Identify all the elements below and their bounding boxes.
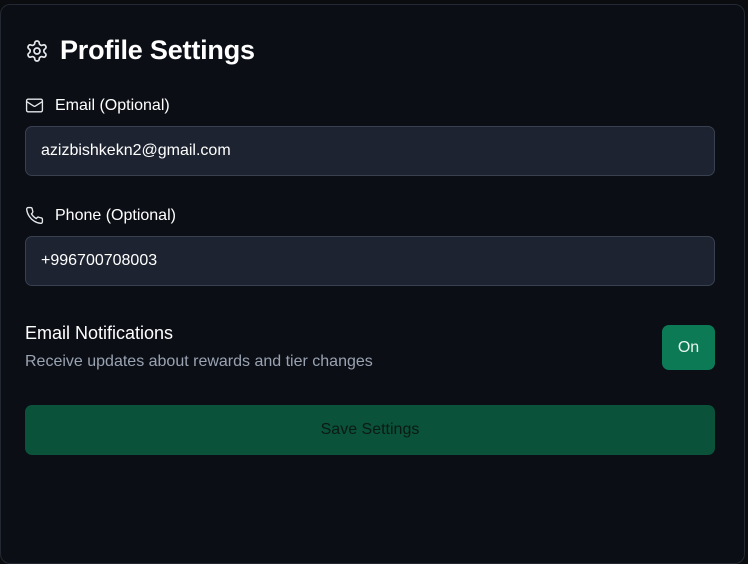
mail-icon: [25, 96, 44, 115]
email-label-text: Email (Optional): [55, 96, 170, 114]
gear-icon: [25, 39, 49, 63]
email-label: Email (Optional): [25, 96, 170, 115]
phone-field[interactable]: [25, 236, 715, 286]
phone-label: Phone (Optional): [25, 206, 176, 225]
notifications-description: Receive updates about rewards and tier c…: [25, 353, 373, 370]
email-field[interactable]: [25, 126, 715, 176]
profile-settings-card: Profile Settings Email (Optional) Phone …: [0, 4, 745, 564]
page-title: Profile Settings: [60, 35, 255, 65]
phone-icon: [25, 206, 44, 225]
phone-label-text: Phone (Optional): [55, 206, 176, 224]
email-notifications-toggle[interactable]: On: [662, 325, 715, 370]
settings-header: Profile Settings: [25, 35, 255, 66]
save-settings-button[interactable]: Save Settings: [25, 405, 715, 455]
notifications-title: Email Notifications: [25, 323, 174, 343]
